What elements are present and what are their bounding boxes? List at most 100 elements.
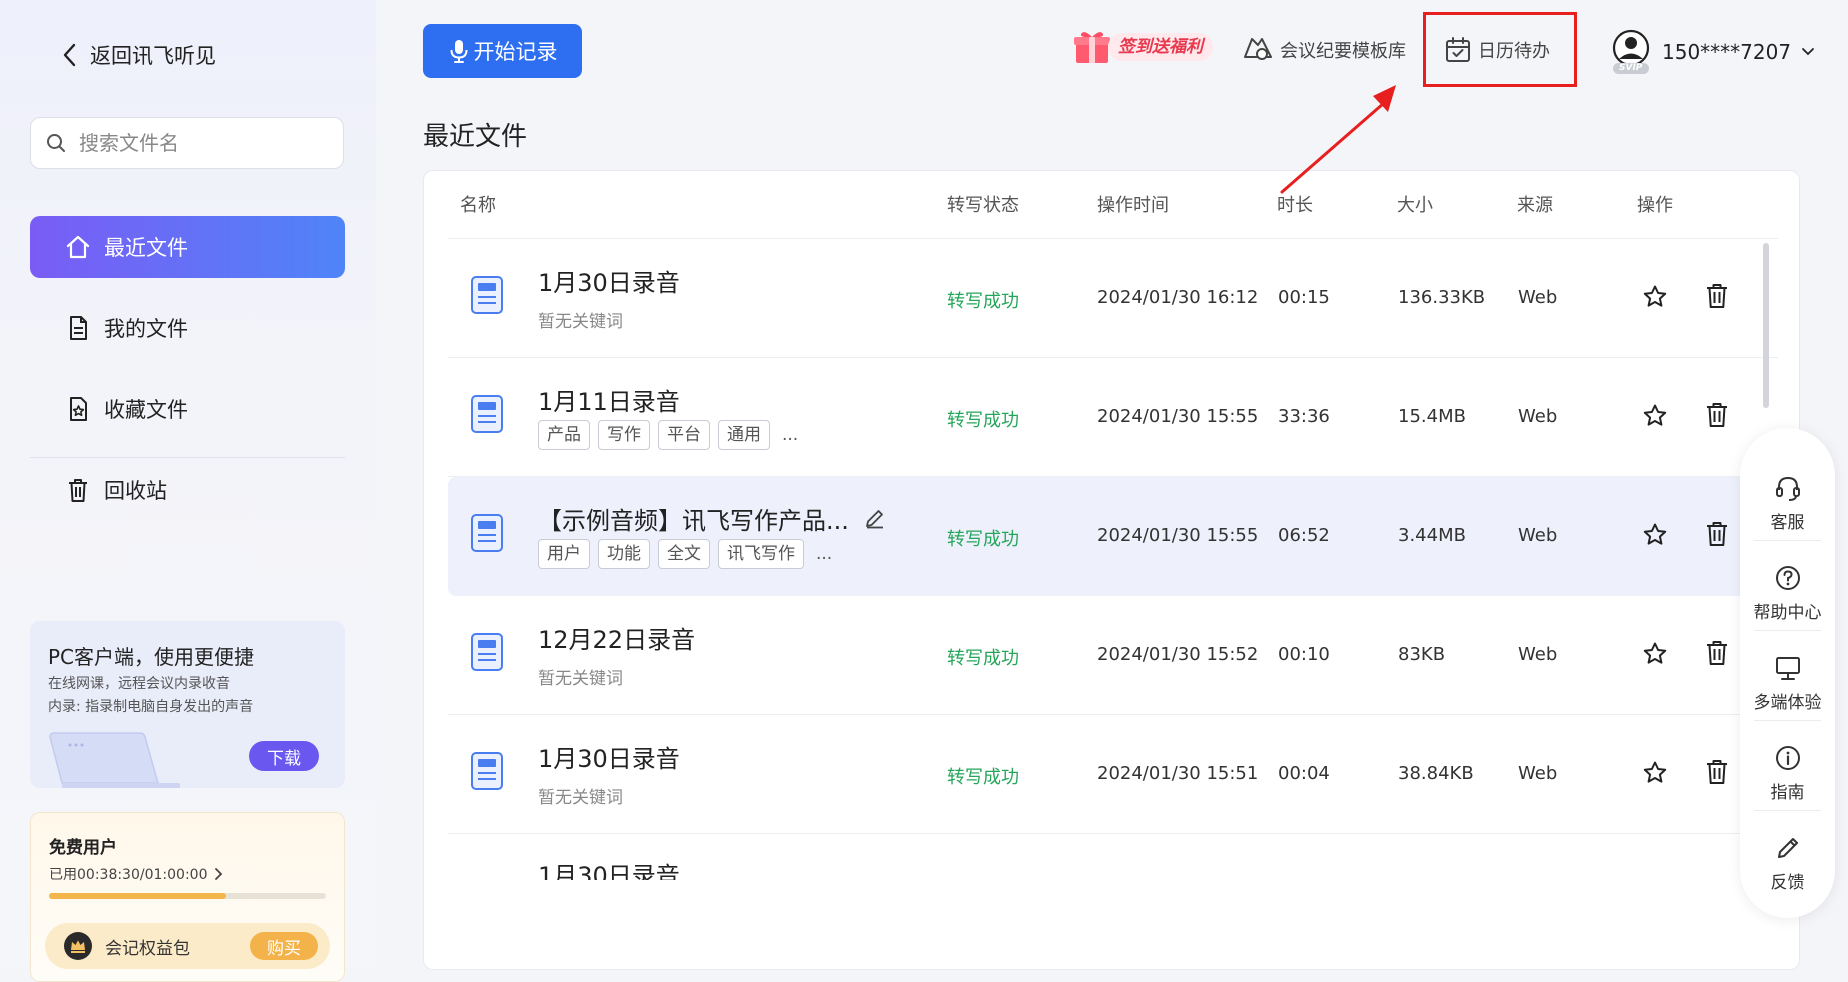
sidebar: 返回讯飞听见 最近文件 我的文件 收藏文件 回收站 PC客户端，使用更便捷 在线: [0, 0, 376, 982]
column-header-status: 转写状态: [947, 195, 1019, 216]
signin-reward-label: 签到送福利: [1108, 33, 1213, 61]
duration: 00:10: [1278, 644, 1330, 665]
delete-trash-icon[interactable]: [1704, 401, 1730, 429]
sidebar-item-label: 最近文件: [104, 236, 188, 260]
favorite-star-icon[interactable]: [1642, 760, 1668, 786]
meeting-template-button[interactable]: 会议纪要模板库: [1242, 32, 1406, 68]
duration: 00:04: [1278, 763, 1330, 784]
plan-usage-text: 已用00:38:30/01:00:00: [49, 867, 208, 883]
float-item-label: 帮助中心: [1753, 602, 1822, 623]
search-box[interactable]: [30, 117, 344, 169]
more-tags: ...: [816, 544, 833, 564]
crown-icon: [63, 931, 93, 961]
help-icon: [1774, 564, 1802, 592]
delete-trash-icon[interactable]: [1704, 758, 1730, 786]
table-row[interactable]: 【示例音频】讯飞写作产品... 用户 功能 全文 讯飞写作... 转写成功 2024/01/…: [448, 477, 1778, 596]
audio-file-icon: [470, 394, 504, 434]
promo-line: 内录: 指录制电脑自身发出的声音: [48, 699, 254, 715]
usage-progress-bar: [49, 893, 326, 899]
buy-button[interactable]: 购买: [250, 932, 318, 960]
file-size: 15.4MB: [1398, 406, 1466, 427]
delete-trash-icon[interactable]: [1704, 639, 1730, 667]
file-icon: [64, 314, 92, 342]
keyword-tag: 写作: [598, 420, 650, 450]
user-menu[interactable]: SVIP 150****7207: [1610, 28, 1815, 76]
float-item-label: 多端体验: [1753, 692, 1822, 713]
keyword-tags: 用户 功能 全文 讯飞写作...: [538, 539, 832, 569]
column-header-time: 操作时间: [1097, 195, 1169, 216]
favorite-star-icon[interactable]: [1642, 284, 1668, 310]
table-row[interactable]: 1月30日录音 暂无关键词 转写成功 2024/01/30 16:12 00:15 136…: [448, 239, 1778, 358]
edit-name-icon[interactable]: [864, 507, 886, 529]
file-name[interactable]: 1月30日录音: [538, 263, 680, 298]
delete-trash-icon[interactable]: [1704, 282, 1730, 310]
feedback-button[interactable]: 反馈: [1740, 820, 1835, 906]
sidebar-item-label: 收藏文件: [104, 398, 188, 422]
search-input[interactable]: [77, 130, 321, 156]
duration: 33:36: [1278, 406, 1330, 427]
file-name[interactable]: 【示例音频】讯飞写作产品...: [538, 501, 849, 536]
operation-time: 2024/01/30 15:55: [1097, 525, 1259, 546]
sidebar-item-my-files[interactable]: 我的文件: [30, 297, 345, 359]
plan-usage-link[interactable]: 已用00:38:30/01:00:00: [49, 864, 223, 884]
favorite-star-icon[interactable]: [1642, 403, 1668, 429]
info-icon: [1774, 744, 1802, 772]
avatar: SVIP: [1610, 28, 1652, 76]
download-button[interactable]: 下载: [249, 741, 319, 771]
audio-file-icon: [470, 275, 504, 315]
file-source: Web: [1518, 644, 1558, 665]
customer-service-button[interactable]: 客服: [1740, 460, 1835, 546]
file-source: Web: [1518, 525, 1558, 546]
sidebar-divider: [30, 457, 345, 458]
sidebar-item-label: 我的文件: [104, 317, 188, 341]
file-source: Web: [1518, 406, 1558, 427]
chevron-left-icon: [60, 42, 80, 68]
file-name[interactable]: 1月11日录音: [538, 382, 680, 417]
sidebar-item-recent[interactable]: 最近文件: [30, 216, 345, 278]
keyword-tags: 产品 写作 平台 通用...: [538, 420, 798, 450]
delete-trash-icon[interactable]: [1704, 520, 1730, 548]
status-badge: 转写成功: [947, 291, 1019, 312]
favorite-star-icon[interactable]: [1642, 641, 1668, 667]
audio-file-icon: [470, 513, 504, 553]
sidebar-item-label: 回收站: [104, 479, 167, 503]
sidebar-item-favorites[interactable]: 收藏文件: [30, 378, 345, 440]
microphone-icon: [448, 38, 470, 64]
back-to-iflyrec-link[interactable]: 返回讯飞听见: [60, 38, 216, 72]
table-row[interactable]: 12月22日录音 暂无关键词 转写成功 2024/01/30 15:52 00:10 83…: [448, 596, 1778, 715]
operation-time: 2024/01/30 15:51: [1097, 763, 1259, 784]
laptop-icon: [48, 731, 198, 788]
table-row-partial[interactable]: 1月30日录音: [538, 858, 680, 880]
page-title: 最近文件: [423, 122, 528, 152]
operation-time: 2024/01/30 16:12: [1097, 287, 1259, 308]
multi-device-button[interactable]: 多端体验: [1740, 640, 1835, 726]
start-recording-button[interactable]: 开始记录: [423, 24, 582, 78]
benefit-pack-label: 会记权益包: [105, 938, 190, 959]
audio-file-icon: [470, 632, 504, 672]
float-divider: [1754, 630, 1821, 631]
status-badge: 转写成功: [947, 767, 1019, 788]
table-scrollbar[interactable]: [1763, 243, 1769, 408]
float-item-label: 反馈: [1770, 872, 1805, 893]
file-name[interactable]: 12月22日录音: [538, 620, 695, 655]
favorite-star-icon[interactable]: [1642, 522, 1668, 548]
promo-title: PC客户端，使用更便捷: [48, 645, 255, 669]
username: 150****7207: [1662, 40, 1792, 64]
file-name[interactable]: 1月30日录音: [538, 739, 680, 774]
usage-progress-fill: [49, 893, 227, 899]
sidebar-item-trash[interactable]: 回收站: [30, 459, 345, 521]
float-item-label: 客服: [1770, 512, 1805, 533]
signin-reward-button[interactable]: 签到送福利: [1072, 27, 1213, 67]
duration: 06:52: [1278, 525, 1330, 546]
annotation-highlight-box: [1423, 12, 1577, 87]
status-badge: 转写成功: [947, 648, 1019, 669]
pc-client-promo: PC客户端，使用更便捷 在线网课，远程会议内录收音 内录: 指录制电脑自身发出的…: [30, 621, 345, 788]
meeting-template-label: 会议纪要模板库: [1280, 41, 1406, 62]
table-row[interactable]: 1月30日录音 暂无关键词 转写成功 2024/01/30 15:51 00:04 38.…: [448, 715, 1778, 834]
guide-button[interactable]: 指南: [1740, 730, 1835, 816]
column-header-duration: 时长: [1277, 195, 1313, 216]
float-divider: [1754, 720, 1821, 721]
help-center-button[interactable]: 帮助中心: [1740, 550, 1835, 636]
keyword-tag: 用户: [538, 539, 590, 569]
table-row[interactable]: 1月11日录音 产品 写作 平台 通用... 转写成功 2024/01/30 15:55 33…: [448, 358, 1778, 477]
